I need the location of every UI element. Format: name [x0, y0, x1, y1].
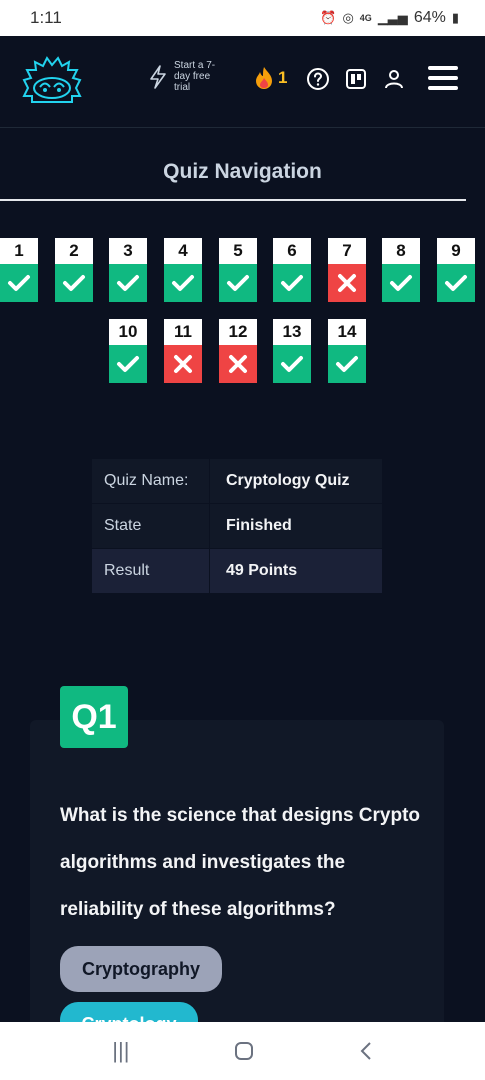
question-number: 3: [109, 238, 147, 264]
question-number: 7: [328, 238, 366, 264]
info-row-state: State Finished: [92, 504, 382, 549]
check-icon: [437, 264, 475, 302]
info-row-result: Result 49 Points: [92, 549, 382, 594]
question-nav-item[interactable]: 8: [382, 238, 420, 308]
check-icon: [109, 345, 147, 383]
hedgehog-logo-icon[interactable]: [22, 56, 82, 106]
back-icon[interactable]: [359, 1041, 373, 1061]
info-key: Quiz Name:: [92, 459, 210, 503]
check-icon: [219, 264, 257, 302]
quiz-navigation-title: Quiz Navigation: [163, 160, 322, 183]
question-nav-item[interactable]: 11: [164, 319, 202, 389]
menu-icon[interactable]: [428, 66, 458, 90]
streak-counter[interactable]: 1: [253, 66, 287, 90]
answer-option[interactable]: Cryptography: [60, 946, 222, 992]
divider: [0, 199, 466, 201]
lightning-icon: [150, 64, 166, 89]
question-nav-item[interactable]: 4: [164, 238, 202, 308]
check-icon: [273, 264, 311, 302]
check-icon: [164, 264, 202, 302]
question-nav-item[interactable]: 3: [109, 238, 147, 308]
home-icon[interactable]: [234, 1041, 254, 1061]
status-bar: 1:11 ⏰ ◎ 4G ▁▃▅ 64% ▮: [0, 0, 485, 36]
cross-icon: [328, 264, 366, 302]
battery-level: 64%: [413, 9, 446, 26]
question-nav-item[interactable]: 12: [219, 319, 257, 389]
info-key: Result: [92, 549, 210, 593]
question-nav-item[interactable]: 9: [437, 238, 475, 308]
info-value: 49 Points: [226, 562, 298, 579]
info-value: Cryptology Quiz: [226, 472, 350, 489]
status-icons: ⏰ ◎ 4G ▁▃▅ 64% ▮: [320, 9, 459, 27]
status-time: 1:11: [30, 8, 62, 27]
free-trial-label: Start a 7-day free trial: [174, 60, 216, 93]
battery-icon: ▮: [451, 10, 459, 25]
network-type: 4G: [359, 13, 372, 23]
question-nav-item[interactable]: 13: [273, 319, 311, 389]
question-nav-item[interactable]: 2: [55, 238, 93, 308]
recents-icon[interactable]: |||: [112, 1038, 129, 1064]
board-icon[interactable]: [344, 67, 368, 91]
question-number: 6: [273, 238, 311, 264]
question-nav-item[interactable]: 7: [328, 238, 366, 308]
question-nav-item[interactable]: 1: [0, 238, 38, 308]
question-text: What is the science that designs Crypto …: [60, 805, 421, 920]
cross-icon: [219, 345, 257, 383]
question-number: 2: [55, 238, 93, 264]
flame-icon: [256, 67, 272, 89]
check-icon: [55, 264, 93, 302]
info-value: Finished: [226, 517, 292, 534]
question-number: 13: [273, 319, 311, 345]
question-number: 4: [164, 238, 202, 264]
question-nav-item[interactable]: 10: [109, 319, 147, 389]
check-icon: [273, 345, 311, 383]
question-nav-item[interactable]: 6: [273, 238, 311, 308]
info-row-quiz-name: Quiz Name: Cryptology Quiz: [92, 459, 382, 504]
question-number: 11: [164, 319, 202, 345]
question-number: 9: [437, 238, 475, 264]
question-number: 14: [328, 319, 366, 345]
question-nav-item[interactable]: 5: [219, 238, 257, 308]
question-number: 5: [219, 238, 257, 264]
streak-count: 1: [278, 68, 288, 87]
signal-icon: ▁▃▅: [377, 10, 408, 25]
info-key: State: [92, 504, 210, 548]
check-icon: [328, 345, 366, 383]
quiz-info-table: Quiz Name: Cryptology Quiz State Finishe…: [92, 459, 382, 594]
question-nav-item[interactable]: 14: [328, 319, 366, 389]
free-trial-link[interactable]: Start a 7-day free trial: [148, 60, 226, 93]
check-icon: [382, 264, 420, 302]
system-nav-bar: |||: [0, 1022, 485, 1080]
check-icon: [109, 264, 147, 302]
help-icon[interactable]: [306, 67, 330, 91]
cross-icon: [164, 345, 202, 383]
question-number: 8: [382, 238, 420, 264]
question-number: 12: [219, 319, 257, 345]
alarm-icon: ⏰: [320, 10, 337, 25]
hotspot-icon: ◎: [342, 10, 354, 25]
question-number: 1: [0, 238, 38, 264]
question-badge: Q1: [60, 686, 128, 748]
question-number: 10: [109, 319, 147, 345]
app-header: Start a 7-day free trial 1: [0, 36, 485, 128]
user-icon[interactable]: [382, 67, 406, 91]
check-icon: [0, 264, 38, 302]
